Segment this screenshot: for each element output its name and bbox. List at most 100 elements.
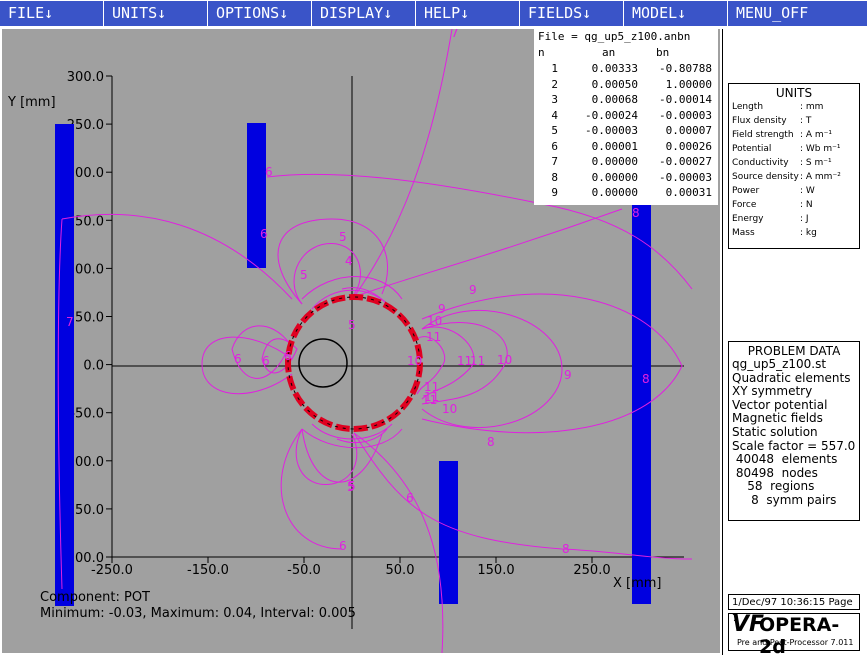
- x-tick-label: -150.0: [187, 563, 229, 578]
- menu-help[interactable]: HELP↓: [416, 1, 520, 26]
- contour-label: 4: [345, 254, 353, 268]
- units-row: Flux density: T: [729, 114, 859, 128]
- harmonic-bn-cell: 0.00007: [665, 124, 712, 137]
- harmonic-n-cell: 8: [551, 170, 558, 184]
- harmonic-an-cell: 0.00000: [591, 155, 638, 168]
- problem-data-line: 8 symm pairs: [732, 492, 837, 507]
- harmonic-bn-cell: 0.00031: [665, 186, 712, 199]
- contour-label: 10: [407, 354, 422, 368]
- problem-data-line: 80498 nodes: [732, 465, 818, 480]
- menu-file[interactable]: FILE↓: [0, 1, 104, 26]
- x-tick-label: -50.0: [287, 563, 321, 578]
- harmonic-n-cell: 3: [551, 93, 558, 106]
- problem-data-panel: PROBLEM DATA qg_up5_z100.st Quadratic ele…: [728, 341, 860, 521]
- unit-value: : Wb m⁻¹: [800, 144, 841, 154]
- harmonic-n-cell: 7: [551, 155, 558, 168]
- contour-label: 10: [497, 353, 512, 367]
- contour-label: 6: [265, 165, 273, 179]
- coil-lower: [439, 461, 458, 604]
- unit-quantity: Flux density: [732, 116, 787, 126]
- y-tick-label: -50.0: [70, 407, 104, 422]
- info-sidebar: UNITS Length: mm Flux density: T Field str…: [722, 29, 868, 658]
- contour-label: 10: [427, 314, 442, 328]
- units-row: Length: mm: [729, 100, 859, 114]
- x-axis-label: X [mm]: [613, 576, 662, 591]
- unit-value: : S m⁻¹: [800, 158, 832, 168]
- harmonic-bn-cell: -0.00003: [659, 108, 712, 122]
- contour-label: 9: [469, 283, 477, 297]
- contour-label: 6: [234, 352, 242, 366]
- menu-fields[interactable]: FIELDS↓: [520, 1, 624, 26]
- contour-label: 10: [442, 402, 457, 416]
- unit-quantity: Potential: [732, 144, 772, 154]
- harmonic-an-cell: 0.00050: [591, 77, 638, 91]
- unit-value: : W: [800, 186, 815, 196]
- plot-canvas[interactable]: 300.0 250.0 200.0 150.0 100.0 50.0 0.0 -50.0 -10…: [2, 29, 720, 653]
- y-tick-label: 0.0: [83, 359, 104, 374]
- harmonic-bn-cell: -0.00027: [659, 155, 712, 168]
- unit-quantity: Length: [732, 102, 764, 112]
- problem-data-line: qg_up5_z100.st: [732, 357, 827, 371]
- harmonic-n-cell: 4: [551, 108, 558, 122]
- menu-menu-off[interactable]: MENU_OFF: [728, 1, 868, 26]
- harmonic-an-cell: 0.00068: [591, 93, 638, 106]
- contour-label: 6: [339, 539, 347, 553]
- iron-yoke: [285, 294, 423, 432]
- y-axis-label: Y [mm]: [7, 95, 56, 110]
- units-row: Field strength : A m⁻¹: [729, 128, 859, 142]
- unit-value: : kg: [800, 228, 817, 238]
- problem-data-line: Vector potential: [732, 397, 828, 412]
- x-tick-label: 250.0: [573, 563, 610, 578]
- harmonic-n-cell: 9: [551, 186, 558, 199]
- units-row: Source density: A mm⁻²: [729, 170, 859, 184]
- contour-label: 5: [339, 230, 347, 244]
- harmonic-n-cell: 5: [551, 124, 558, 137]
- unit-value: : A mm⁻²: [800, 172, 841, 182]
- units-row: Power : W: [729, 184, 859, 198]
- menu-options[interactable]: OPTIONS↓: [208, 1, 312, 26]
- contour-label: 7: [66, 315, 74, 329]
- coil-right: [632, 199, 651, 604]
- menu-model[interactable]: MODEL↓: [624, 1, 728, 26]
- menu-units[interactable]: UNITS↓: [104, 1, 208, 26]
- unit-quantity: Field strength: [732, 130, 794, 140]
- problem-data-line: Quadratic elements: [732, 370, 851, 385]
- timestamp-stamp: 1/Dec/97 10:36:15 Page 7: [728, 594, 860, 624]
- unit-value: : J: [800, 214, 809, 224]
- harmonic-bn-cell: -0.80788: [659, 62, 712, 75]
- contour-label: 6: [284, 349, 292, 363]
- contour-label: 8: [562, 542, 570, 556]
- harmonic-n-cell: 6: [551, 139, 558, 153]
- x-tick-label: 150.0: [477, 563, 514, 578]
- harmonic-n-cell: 2: [551, 77, 558, 91]
- contour-label: 8: [632, 206, 640, 220]
- contour-label: 11: [424, 380, 439, 394]
- contour-label: 8: [642, 372, 650, 386]
- col-header-an: an: [602, 46, 616, 59]
- unit-quantity: Power: [732, 186, 760, 196]
- contour-label: 11: [470, 354, 485, 368]
- aperture-circle: [298, 338, 348, 388]
- contour-label: 7: [451, 29, 459, 40]
- harmonic-an-cell: 0.00333: [591, 62, 638, 75]
- contour-label: 6: [260, 227, 268, 241]
- coil-upper: [247, 123, 266, 268]
- units-panel: UNITS Length: mm Flux density: T Field str…: [728, 83, 860, 249]
- contour-label: 8: [487, 435, 495, 449]
- harmonic-an-cell: -0.00003: [585, 124, 638, 137]
- y-tick-label: 50.0: [75, 311, 104, 326]
- menu-bar: FILE↓ UNITS↓ OPTIONS↓ DISPLAY↓ HELP↓ FIELDS↓ M…: [0, 0, 868, 28]
- y-tick-label: 300.0: [67, 70, 104, 85]
- problem-data-line: XY symmetry: [732, 384, 813, 399]
- menu-display[interactable]: DISPLAY↓: [312, 1, 416, 26]
- problem-data-line: Magnetic fields: [732, 411, 823, 426]
- unit-quantity: Energy: [732, 214, 764, 224]
- logo-subtitle: Pre and Post-Processor 7.011: [737, 638, 854, 647]
- col-header-bn: bn: [656, 46, 670, 59]
- contour-label: 6: [262, 354, 270, 368]
- contour-label: 11: [426, 330, 441, 344]
- unit-value: : A m⁻¹: [800, 130, 833, 140]
- harmonic-an-cell: -0.00024: [585, 108, 638, 122]
- problem-data-title: PROBLEM DATA: [747, 344, 841, 358]
- units-row: Mass: kg: [729, 226, 859, 240]
